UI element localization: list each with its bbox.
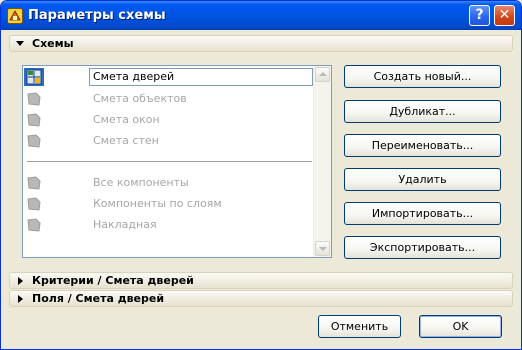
schemes-list[interactable]: Смета дверей Смета объектов Смета окон С…: [22, 65, 332, 258]
schedule-disabled-icon: [27, 218, 41, 232]
section-schemes-header[interactable]: Схемы: [9, 35, 513, 52]
section-fields-header[interactable]: Поля / Смета дверей: [9, 290, 513, 307]
schedule-disabled-icon: [27, 92, 41, 106]
schedule-disabled-icon: [27, 134, 41, 148]
scroll-down-arrow-icon[interactable]: [315, 241, 330, 256]
triangle-right-icon: [18, 295, 23, 303]
schedule-icon: [26, 69, 42, 85]
section-fields-label: Поля / Смета дверей: [32, 292, 165, 305]
list-item-label: Смета объектов: [93, 92, 187, 105]
list-item[interactable]: Все компоненты: [23, 173, 315, 193]
scroll-up-arrow-icon[interactable]: [315, 67, 330, 82]
list-scrollbar[interactable]: [313, 66, 331, 257]
list-item[interactable]: Смета стен: [23, 131, 315, 151]
title-bar[interactable]: Параметры схемы ? ✕: [1, 1, 521, 30]
section-criteria-label: Критерии / Смета дверей: [32, 274, 194, 287]
dialog-window: Параметры схемы ? ✕ Схемы Смета дверей С…: [0, 0, 522, 350]
section-criteria-header[interactable]: Критерии / Смета дверей: [9, 272, 513, 289]
list-item-label: Смета окон: [93, 113, 160, 126]
schedule-disabled-icon: [27, 113, 41, 127]
list-item[interactable]: Смета окон: [23, 110, 315, 130]
triangle-down-icon: [16, 41, 24, 46]
rename-button[interactable]: Переименовать...: [344, 134, 501, 157]
list-item-label: Все компоненты: [93, 176, 189, 189]
list-divider: [27, 161, 312, 162]
app-icon: [7, 8, 23, 24]
list-item-selected[interactable]: Смета дверей: [23, 67, 315, 87]
schedule-disabled-icon: [27, 176, 41, 190]
schedule-disabled-icon: [27, 197, 41, 211]
list-item-label: Смета дверей: [93, 70, 175, 83]
delete-button[interactable]: Удалить: [344, 168, 501, 191]
close-button[interactable]: ✕: [494, 5, 515, 26]
list-item-label: Накладная: [93, 218, 157, 231]
list-item[interactable]: Накладная: [23, 215, 315, 235]
help-button[interactable]: ?: [469, 5, 490, 26]
duplicate-button[interactable]: Дубликат...: [344, 100, 501, 123]
list-item[interactable]: Смета объектов: [23, 89, 315, 109]
section-schemes-label: Схемы: [32, 37, 74, 50]
window-title: Параметры схемы: [28, 8, 166, 23]
list-item-label: Компоненты по слоям: [93, 197, 222, 210]
create-new-button[interactable]: Создать новый...: [344, 65, 501, 88]
list-item[interactable]: Компоненты по слоям: [23, 194, 315, 214]
import-button[interactable]: Импортировать...: [344, 202, 501, 225]
list-item-label: Смета стен: [93, 134, 159, 147]
ok-button[interactable]: OK: [419, 315, 502, 338]
export-button[interactable]: Экспортировать...: [344, 236, 501, 259]
cancel-button[interactable]: Отменить: [318, 315, 401, 338]
triangle-right-icon: [18, 277, 23, 285]
